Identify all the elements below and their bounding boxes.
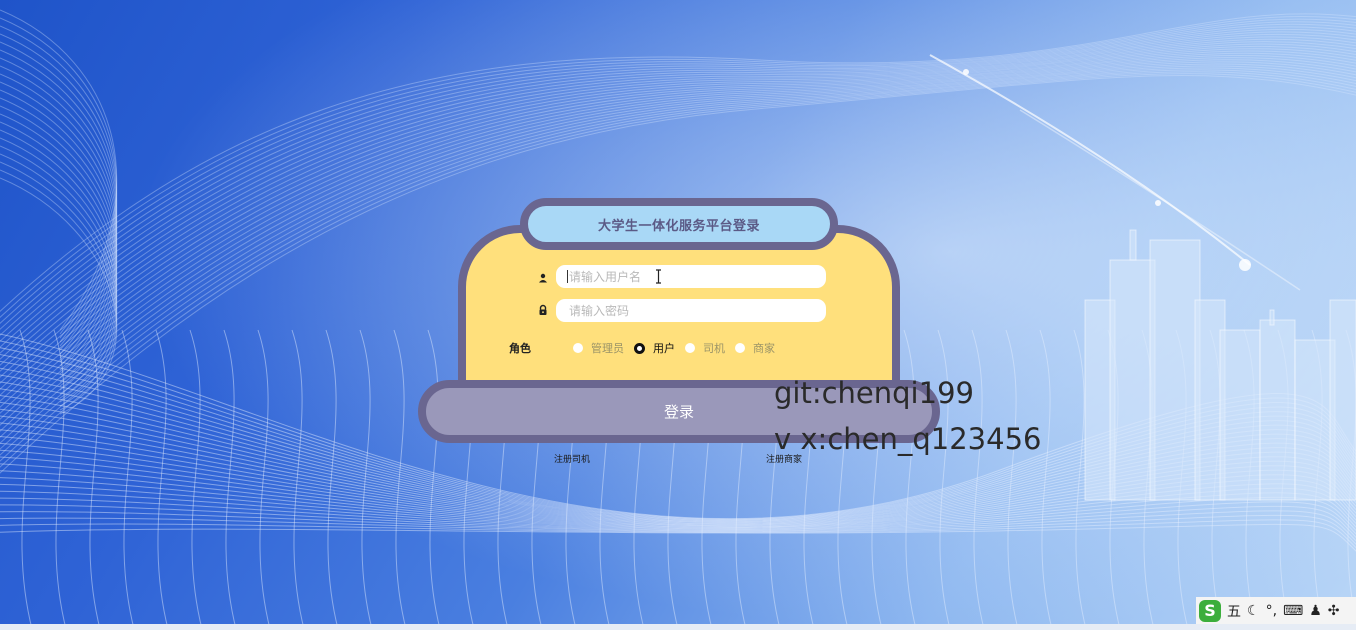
user-icon[interactable]: ♟ bbox=[1309, 603, 1322, 619]
login-button-label: 登录 bbox=[663, 403, 694, 421]
moon-icon[interactable]: ☾ bbox=[1247, 603, 1260, 619]
role-option-label: 管理员 bbox=[591, 342, 624, 355]
role-option-user[interactable]: 用户 bbox=[634, 340, 675, 356]
username-field[interactable] bbox=[556, 265, 826, 288]
ime-toolbar[interactable]: S 五 ☾ °, ⌨ ♟ ✣ bbox=[1196, 597, 1356, 624]
page-title: 大学生一体化服务平台登录 bbox=[597, 218, 760, 234]
punctuation-icon[interactable]: °, bbox=[1266, 603, 1277, 619]
role-label: 角色 bbox=[509, 342, 531, 355]
role-option-admin[interactable]: 管理员 bbox=[573, 340, 624, 356]
lock-icon bbox=[539, 304, 547, 315]
password-input[interactable] bbox=[567, 302, 826, 319]
role-option-driver[interactable]: 司机 bbox=[685, 340, 725, 356]
radio-admin[interactable] bbox=[573, 343, 583, 353]
ime-mode[interactable]: 五 bbox=[1227, 601, 1241, 621]
text-cursor-icon bbox=[656, 269, 661, 284]
sogou-logo-icon[interactable]: S bbox=[1199, 599, 1221, 622]
taskbar-strip bbox=[0, 624, 1356, 630]
role-option-label: 用户 bbox=[653, 342, 675, 355]
watermark-line-2: v x:chen_q123456 bbox=[774, 422, 1042, 456]
username-input[interactable] bbox=[567, 268, 826, 285]
role-radio-group: 管理员 用户 司机 商家 bbox=[573, 340, 785, 356]
register-driver-link[interactable]: 注册司机 bbox=[554, 452, 590, 465]
role-option-label: 商家 bbox=[753, 342, 775, 355]
user-icon bbox=[539, 273, 547, 283]
password-field[interactable] bbox=[556, 299, 826, 322]
keyboard-icon[interactable]: ⌨ bbox=[1283, 603, 1303, 619]
watermark-line-1: git:chenqi199 bbox=[774, 376, 974, 410]
role-option-merchant[interactable]: 商家 bbox=[735, 340, 775, 356]
grid-icon[interactable]: ✣ bbox=[1328, 603, 1340, 619]
login-title-tab: 大学生一体化服务平台登录 bbox=[520, 198, 838, 250]
radio-user[interactable] bbox=[634, 342, 645, 354]
radio-driver[interactable] bbox=[685, 343, 695, 353]
text-caret bbox=[567, 270, 568, 283]
login-page: 大学生一体化服务平台登录 角色 管理员 用户 司机 bbox=[0, 0, 1356, 630]
role-option-label: 司机 bbox=[703, 342, 725, 355]
radio-merchant[interactable] bbox=[735, 343, 745, 353]
